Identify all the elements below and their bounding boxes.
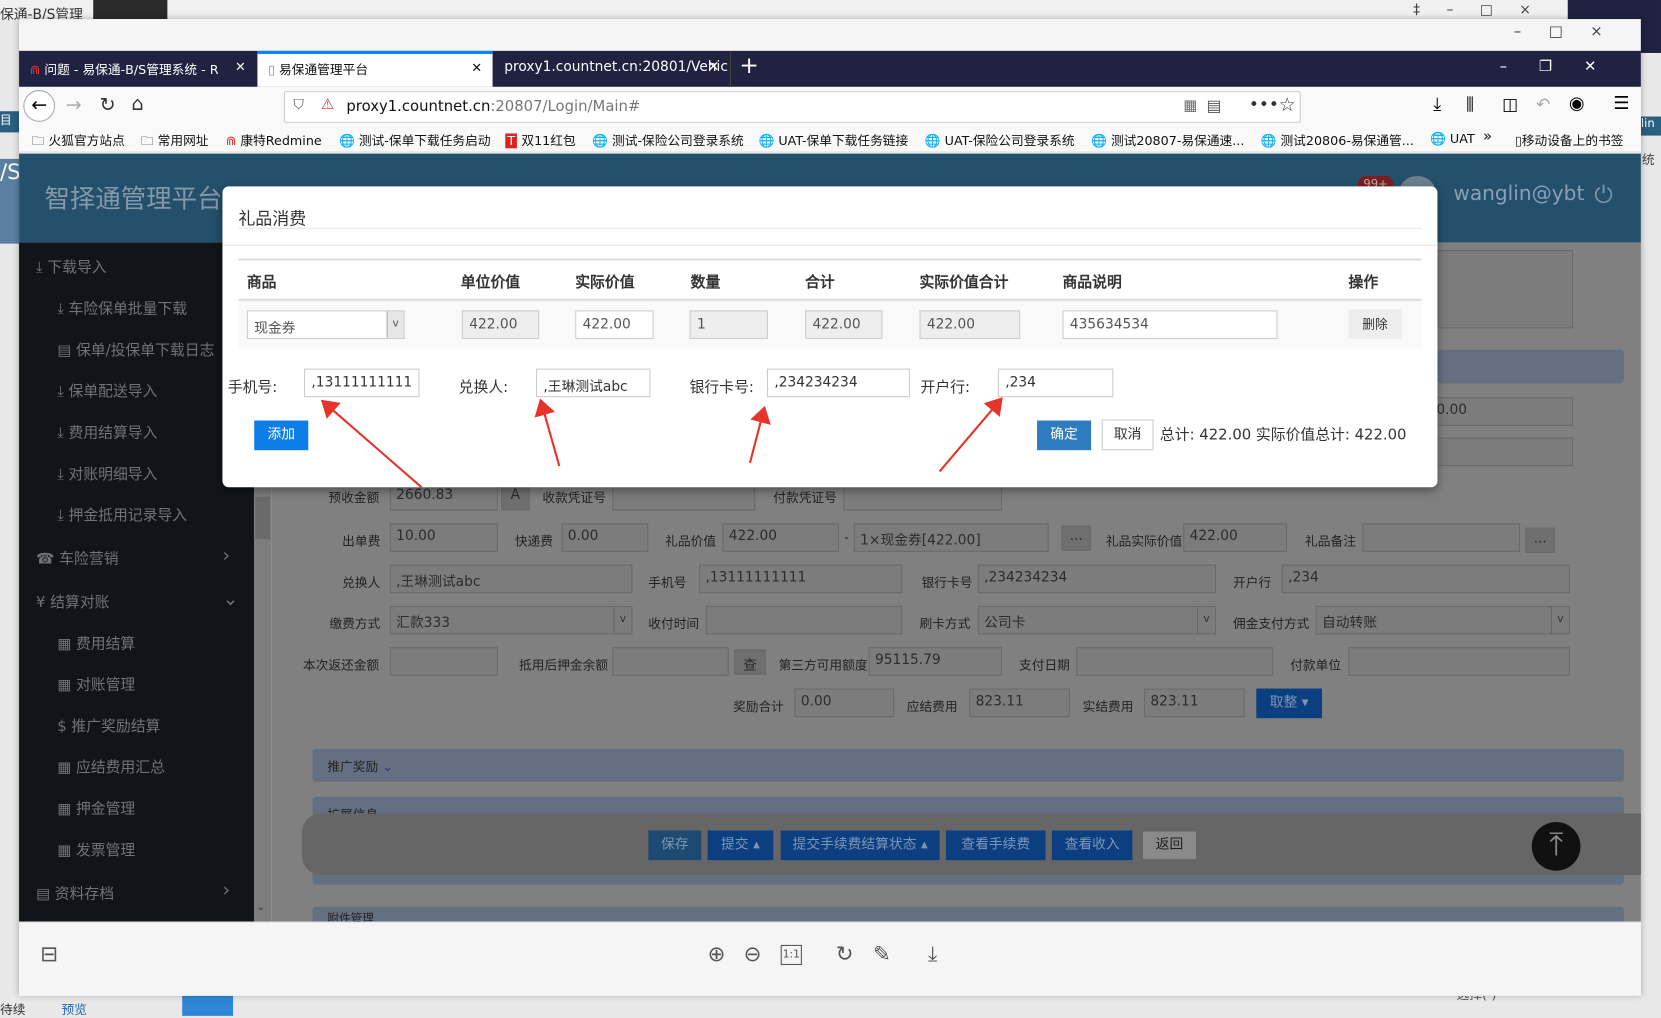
- annotation-arrow: [534, 398, 561, 467]
- annotation-arrow: [938, 397, 1003, 473]
- annotation-arrows: [320, 397, 1003, 489]
- annotation-arrow: [748, 405, 771, 464]
- annotation-arrow: [320, 399, 423, 489]
